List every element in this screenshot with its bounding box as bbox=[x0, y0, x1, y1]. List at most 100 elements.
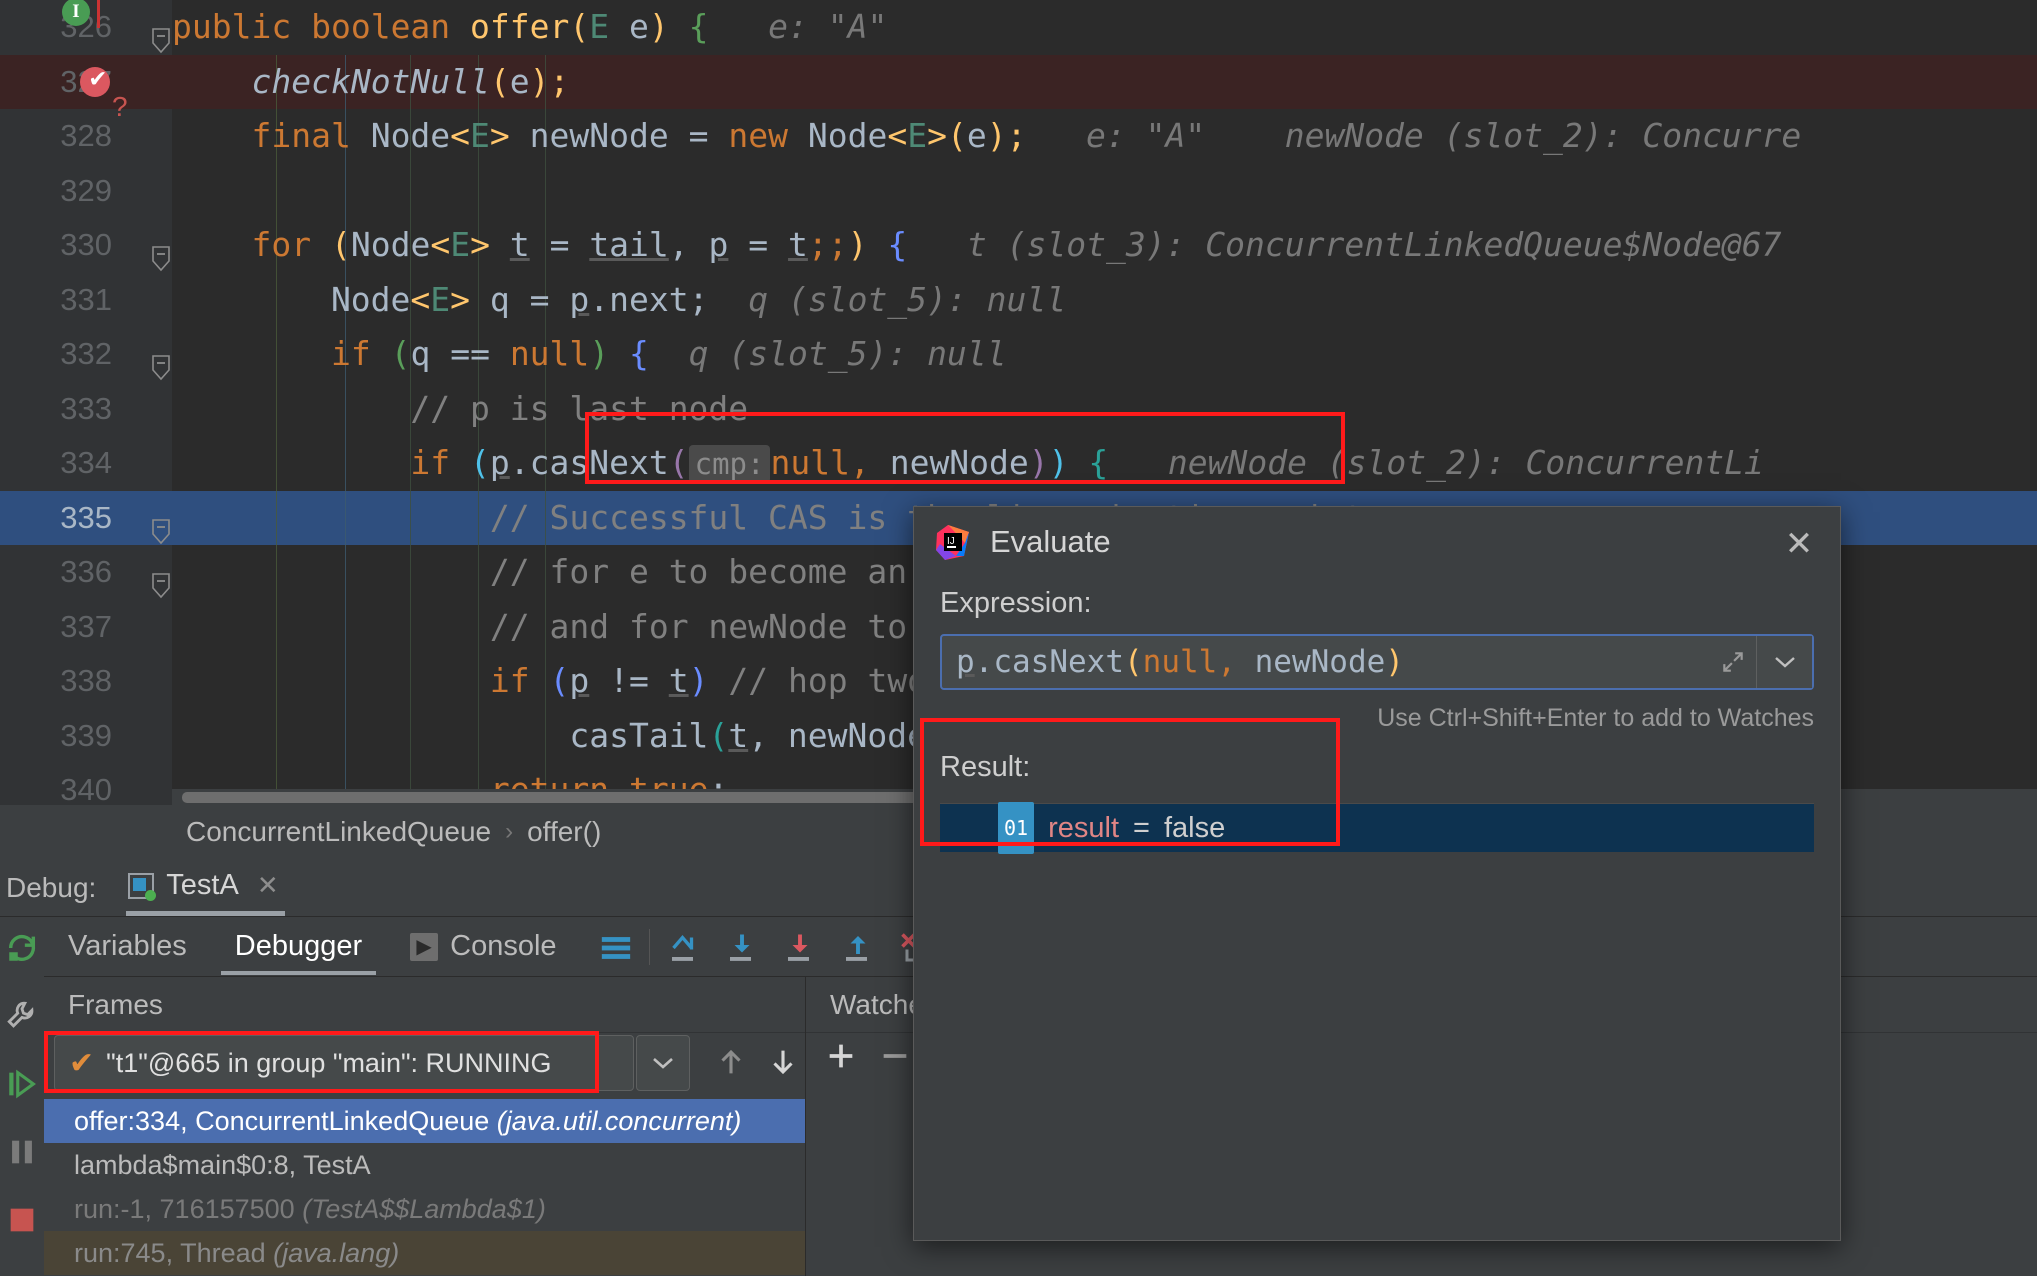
caret-marker bbox=[97, 0, 100, 28]
tab-variables[interactable]: Variables bbox=[44, 917, 211, 977]
close-icon[interactable]: ✕ bbox=[257, 870, 279, 901]
code-fold-icon[interactable] bbox=[150, 343, 172, 381]
frame-location: run:745, Thread bbox=[74, 1238, 266, 1268]
rerun-icon[interactable] bbox=[5, 931, 39, 965]
code-token: ( bbox=[330, 225, 351, 264]
code-text: if (p.casNext(cmp: null, newNode)) { newN… bbox=[172, 436, 1764, 492]
expand-editor-icon[interactable] bbox=[1710, 636, 1756, 688]
code-token: { bbox=[629, 334, 649, 373]
code-token: Node bbox=[172, 279, 411, 319]
check-icon: ✔ bbox=[69, 1046, 95, 1080]
debug-left-toolbar[interactable] bbox=[0, 917, 44, 1276]
code-fold-icon[interactable] bbox=[150, 16, 172, 54]
line-number: 336 bbox=[60, 554, 112, 589]
code-line[interactable]: 333 // p is last node bbox=[0, 381, 2037, 436]
code-line[interactable]: 330 for (Node<E> t = tail, p = t;;) { t … bbox=[0, 218, 2037, 273]
arrow-down-icon[interactable] bbox=[766, 1045, 800, 1079]
code-line[interactable]: 328 final Node<E> newNode = new Node<E>(… bbox=[0, 109, 2037, 164]
evaluate-dialog-body: Expression: p.casNext(null, newNode) Use… bbox=[914, 587, 1840, 784]
code-fold-icon[interactable] bbox=[150, 234, 172, 272]
code-token: checkNotNull bbox=[251, 61, 490, 101]
code-line[interactable]: 334 if (p.casNext(cmp: null, newNode)) { … bbox=[0, 436, 2037, 491]
code-line[interactable]: 326 public boolean offer(E e) { e: "A" I bbox=[0, 0, 2037, 55]
code-token: .casNext bbox=[509, 443, 669, 482]
show-execution-point-icon[interactable] bbox=[666, 930, 700, 964]
line-number: 330 bbox=[60, 227, 112, 262]
result-area[interactable]: 01 result = false bbox=[940, 802, 1814, 1216]
code-line[interactable]: 332 if (q == null) { q (slot_5): null bbox=[0, 327, 2037, 382]
code-token: final bbox=[251, 116, 351, 155]
code-token: null bbox=[770, 443, 850, 482]
line-number: 339 bbox=[60, 717, 112, 753]
minus-icon[interactable] bbox=[878, 1039, 912, 1073]
code-token: > bbox=[470, 225, 490, 264]
pause-program-icon[interactable] bbox=[5, 1135, 39, 1169]
debug-session-tab[interactable]: TestA ✕ bbox=[118, 865, 292, 916]
frame-row[interactable]: offer:334, ConcurrentLinkedQueue (java.u… bbox=[44, 1099, 805, 1143]
step-into-icon[interactable] bbox=[782, 930, 816, 964]
result-value: false bbox=[1163, 812, 1226, 844]
tab-console-label: Console bbox=[450, 930, 557, 962]
code-token: < bbox=[887, 116, 908, 155]
plus-icon[interactable] bbox=[824, 1039, 858, 1073]
line-number: 337 bbox=[60, 608, 112, 644]
tab-debugger[interactable]: Debugger bbox=[211, 917, 386, 977]
code-token: > bbox=[489, 116, 510, 155]
expression-history-dropdown[interactable] bbox=[1756, 636, 1812, 688]
code-token: { bbox=[887, 225, 908, 264]
code-line[interactable]: 331 Node<E> q = p.next; q (slot_5): null bbox=[0, 272, 2037, 327]
step-out-icon[interactable] bbox=[840, 930, 874, 964]
expression-token: newNode bbox=[1254, 644, 1386, 680]
code-token: < bbox=[430, 225, 451, 264]
scrollbar-thumb[interactable] bbox=[182, 792, 942, 803]
mute-breakpoints-icon[interactable] bbox=[5, 1271, 39, 1276]
tab-console[interactable]: ▶ Console bbox=[386, 917, 580, 977]
debug-session-name: TestA bbox=[166, 869, 239, 901]
frame-row[interactable]: run:-1, 716157500 (TestA$$Lambda$1) bbox=[44, 1187, 805, 1231]
code-token: ) bbox=[648, 7, 669, 46]
code-line[interactable]: 327 checkNotNull(e);✔? bbox=[0, 54, 2037, 122]
code-fold-icon[interactable] bbox=[150, 561, 172, 599]
close-icon[interactable]: ✕ bbox=[1780, 525, 1818, 563]
code-token: p bbox=[569, 661, 590, 700]
line-number: 328 bbox=[60, 118, 112, 153]
layout-settings-icon[interactable] bbox=[599, 930, 633, 964]
code-line[interactable]: 329 bbox=[0, 163, 2037, 218]
thread-selector[interactable]: ✔ "t1"@665 in group "main": RUNNING bbox=[54, 1035, 634, 1091]
indent-guide bbox=[545, 163, 546, 218]
code-token: , bbox=[849, 443, 890, 482]
resume-program-icon[interactable] bbox=[5, 1067, 39, 1101]
frames-list[interactable]: offer:334, ConcurrentLinkedQueue (java.u… bbox=[44, 1099, 805, 1276]
code-token: ) bbox=[589, 334, 610, 373]
code-token: for bbox=[251, 225, 312, 264]
evaluate-dialog[interactable]: IJ Evaluate ✕ Expression: p.casNext(null… bbox=[913, 506, 1841, 1241]
expression-token: , bbox=[1217, 644, 1255, 680]
result-row[interactable]: 01 result = false bbox=[940, 802, 1814, 854]
step-over-icon[interactable] bbox=[724, 930, 758, 964]
breadcrumb-item-method[interactable]: offer() bbox=[527, 816, 601, 848]
code-token: { bbox=[1088, 443, 1109, 482]
frame-row[interactable]: run:745, Thread (java.lang) bbox=[44, 1231, 805, 1275]
code-token: ( bbox=[708, 715, 729, 755]
breadcrumb-item-class[interactable]: ConcurrentLinkedQueue bbox=[186, 816, 491, 848]
code-token: E bbox=[430, 279, 451, 319]
code-token: Node bbox=[350, 225, 431, 264]
code-fold-icon[interactable] bbox=[150, 507, 172, 544]
code-token: e bbox=[629, 7, 649, 46]
breakpoint-verified-icon: ✔ bbox=[90, 62, 106, 93]
stop-icon[interactable] bbox=[5, 1203, 39, 1237]
thread-selector-dropdown[interactable] bbox=[636, 1035, 690, 1091]
frame-row[interactable]: lambda$main$0:8, TestA bbox=[44, 1143, 805, 1187]
code-token: E bbox=[589, 7, 610, 46]
arrow-up-icon[interactable] bbox=[714, 1045, 748, 1079]
expression-input[interactable]: p.casNext(null, newNode) bbox=[940, 634, 1814, 690]
code-token: ) bbox=[986, 116, 1007, 155]
settings-icon[interactable] bbox=[5, 999, 39, 1033]
